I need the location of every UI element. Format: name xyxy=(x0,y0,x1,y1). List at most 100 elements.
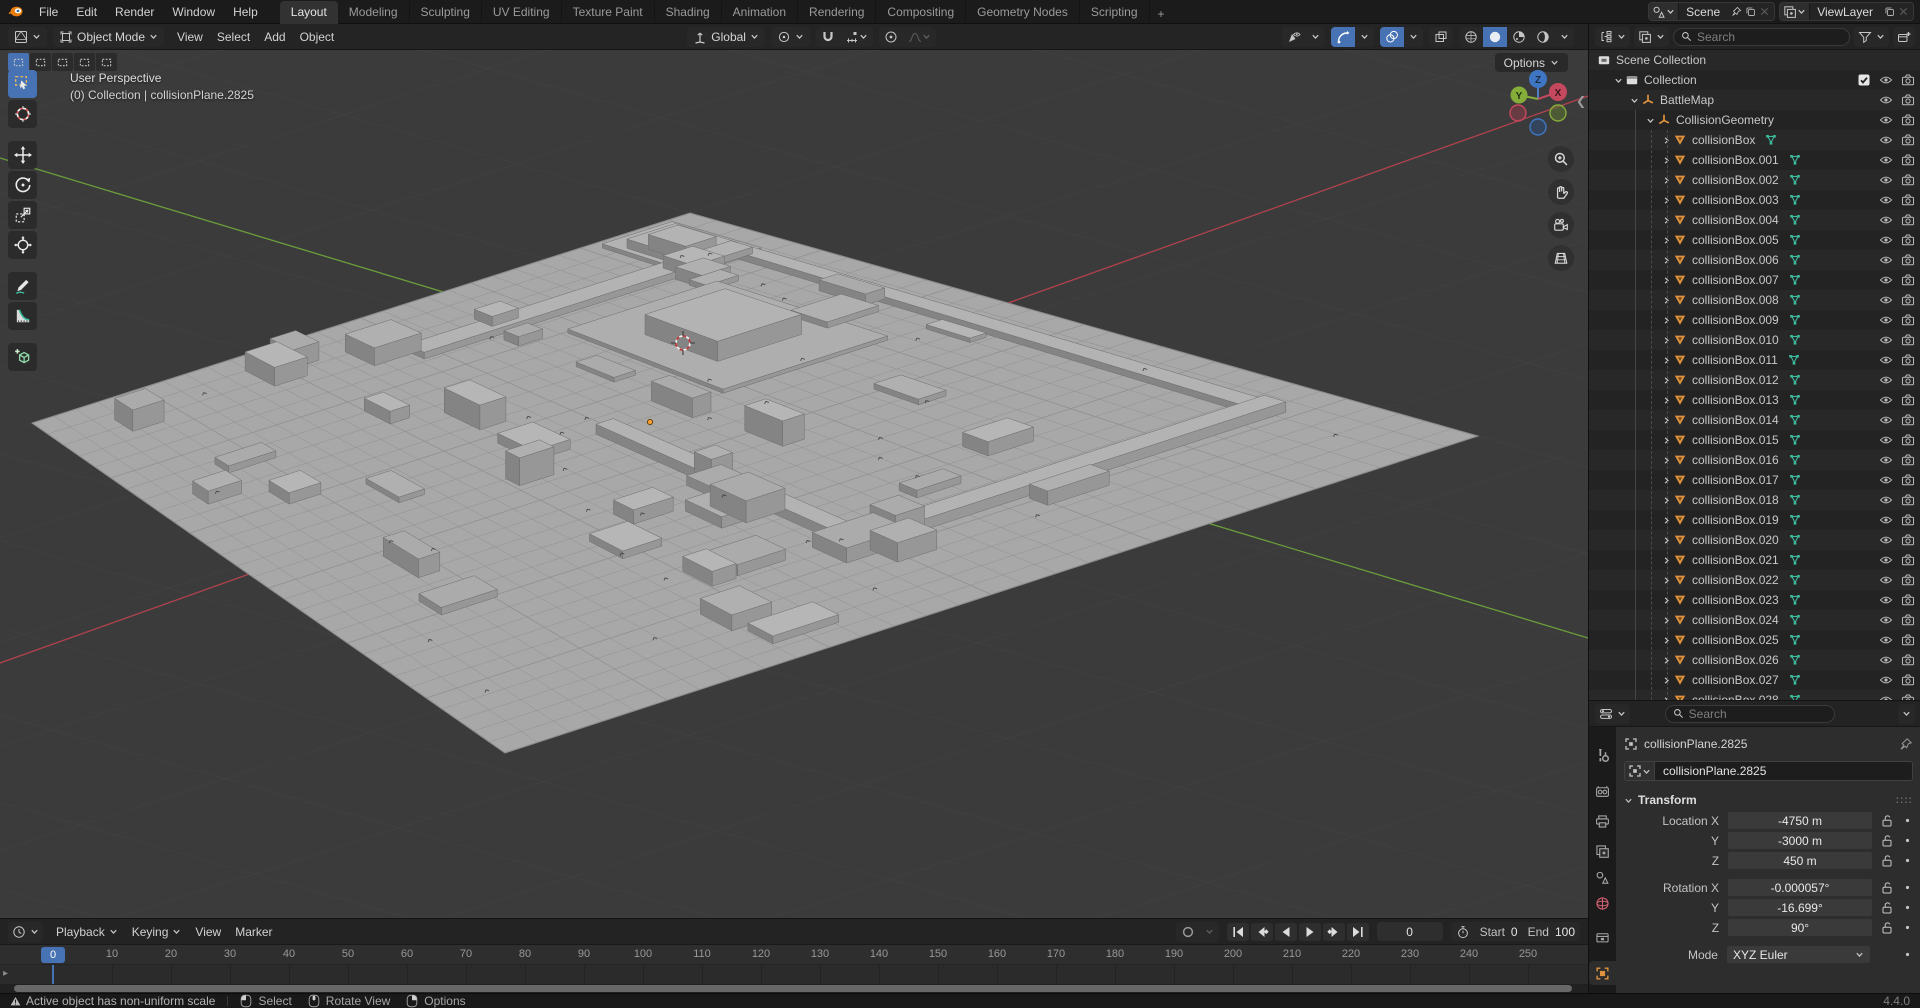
expand-arrow[interactable] xyxy=(1659,636,1673,645)
expand-arrow[interactable] xyxy=(1659,136,1673,145)
mesh-data-icon[interactable] xyxy=(1788,553,1802,567)
workspace-tab-modeling[interactable]: Modeling xyxy=(338,1,410,24)
camera-icon[interactable] xyxy=(1901,693,1915,700)
eye-icon[interactable] xyxy=(1879,253,1893,267)
viewport-canvas[interactable]: User Perspective (0) Collection | collis… xyxy=(0,50,1588,918)
auto-key-toggle[interactable] xyxy=(1176,922,1200,942)
timeline-editor-type-button[interactable] xyxy=(8,922,43,942)
menu-file[interactable]: File xyxy=(31,3,66,21)
scene-browse-button[interactable] xyxy=(1649,3,1679,20)
gizmos-controls[interactable] xyxy=(1331,27,1374,47)
eye-icon[interactable] xyxy=(1879,313,1893,327)
eye-icon[interactable] xyxy=(1879,173,1893,187)
eye-icon[interactable] xyxy=(1879,133,1893,147)
item-label[interactable]: collisionBox.004 xyxy=(1692,213,1779,227)
outliner-row-collisionbox-016[interactable]: collisionBox.016 xyxy=(1589,450,1920,470)
rotation-mode-dropdown[interactable]: XYZ Euler xyxy=(1727,946,1870,963)
mesh-data-icon[interactable] xyxy=(1788,653,1802,667)
menu-render[interactable]: Render xyxy=(107,3,162,21)
item-label[interactable]: collisionBox.016 xyxy=(1692,453,1779,467)
viewlayer-selector[interactable]: ViewLayer xyxy=(1779,2,1914,21)
workspace-tab-uv-editing[interactable]: UV Editing xyxy=(482,1,562,24)
ortho-toggle-button[interactable] xyxy=(1548,245,1574,271)
properties-tab-collection[interactable] xyxy=(1589,925,1616,949)
camera-icon[interactable] xyxy=(1901,413,1915,427)
item-label[interactable]: collisionBox.017 xyxy=(1692,473,1779,487)
shading-wireframe[interactable] xyxy=(1459,27,1483,47)
item-label[interactable]: collisionBox.024 xyxy=(1692,613,1779,627)
shading-material[interactable] xyxy=(1507,27,1531,47)
transform-panel-header[interactable]: Transform :::: xyxy=(1624,790,1913,810)
value-field[interactable]: 90° xyxy=(1728,919,1872,936)
eye-icon[interactable] xyxy=(1879,473,1893,487)
animate-dot-icon[interactable] xyxy=(1902,835,1913,846)
snap-toggle[interactable] xyxy=(816,27,840,47)
item-label[interactable]: collisionBox.022 xyxy=(1692,573,1779,587)
proportional-editing-controls[interactable] xyxy=(879,27,936,47)
expand-arrow[interactable] xyxy=(1659,236,1673,245)
timeline-menu-keying[interactable]: Keying xyxy=(125,923,189,941)
eye-icon[interactable] xyxy=(1879,693,1893,700)
expand-arrow[interactable] xyxy=(1659,276,1673,285)
properties-tab-world[interactable] xyxy=(1589,891,1616,915)
expand-arrow[interactable] xyxy=(1659,616,1673,625)
scene-name[interactable]: Scene xyxy=(1679,5,1727,19)
prev-keyframe-button[interactable] xyxy=(1251,923,1273,941)
overlays-dropdown[interactable] xyxy=(1404,27,1423,47)
shading-solid[interactable] xyxy=(1483,27,1507,47)
item-label[interactable]: collisionBox.011 xyxy=(1692,353,1778,367)
tool-select-box[interactable] xyxy=(8,70,37,98)
overlays-controls[interactable] xyxy=(1380,27,1423,47)
animate-dot-icon[interactable] xyxy=(1902,882,1913,893)
workspace-tab-animation[interactable]: Animation xyxy=(722,1,798,24)
mesh-data-icon[interactable] xyxy=(1788,513,1802,527)
outliner-row-collisionbox-025[interactable]: collisionBox.025 xyxy=(1589,630,1920,650)
outliner-row-collisionbox-003[interactable]: collisionBox.003 xyxy=(1589,190,1920,210)
eye-icon[interactable] xyxy=(1879,493,1893,507)
mesh-data-icon[interactable] xyxy=(1788,313,1802,327)
item-label[interactable]: collisionBox.012 xyxy=(1692,373,1779,387)
outliner-row-collisionbox-027[interactable]: collisionBox.027 xyxy=(1589,670,1920,690)
select-mode-intersect[interactable] xyxy=(96,53,117,71)
expand-arrow[interactable] xyxy=(1659,316,1673,325)
camera-icon[interactable] xyxy=(1901,453,1915,467)
lock-open-icon[interactable] xyxy=(1880,881,1894,895)
collapse-arrow[interactable] xyxy=(1643,116,1657,125)
camera-icon[interactable] xyxy=(1901,673,1915,687)
blender-logo-icon[interactable] xyxy=(8,3,25,20)
mesh-data-icon[interactable] xyxy=(1788,593,1802,607)
expand-arrow[interactable] xyxy=(1659,396,1673,405)
jump-to-start-button[interactable] xyxy=(1227,923,1249,941)
item-label[interactable]: BattleMap xyxy=(1660,93,1714,107)
workspace-tab-shading[interactable]: Shading xyxy=(655,1,722,24)
mesh-data-icon[interactable] xyxy=(1787,353,1801,367)
camera-icon[interactable] xyxy=(1901,153,1915,167)
eye-icon[interactable] xyxy=(1879,453,1893,467)
start-frame-field[interactable]: Start0 xyxy=(1475,922,1523,941)
gizmo-minus-x-ball[interactable] xyxy=(1510,105,1526,121)
camera-icon[interactable] xyxy=(1901,133,1915,147)
select-mode-subtract[interactable] xyxy=(52,53,73,71)
outliner-row-collisionbox-005[interactable]: collisionBox.005 xyxy=(1589,230,1920,250)
item-label[interactable]: collisionBox.015 xyxy=(1692,433,1779,447)
lock-open-icon[interactable] xyxy=(1880,854,1894,868)
camera-icon[interactable] xyxy=(1901,593,1915,607)
current-frame-field[interactable]: 0 xyxy=(1377,922,1443,941)
outliner-row-collisionbox-006[interactable]: collisionBox.006 xyxy=(1589,250,1920,270)
camera-icon[interactable] xyxy=(1901,533,1915,547)
expand-arrow[interactable] xyxy=(1659,576,1673,585)
camera-icon[interactable] xyxy=(1901,393,1915,407)
mesh-data-icon[interactable] xyxy=(1788,433,1802,447)
camera-icon[interactable] xyxy=(1901,613,1915,627)
camera-icon[interactable] xyxy=(1901,653,1915,667)
expand-arrow[interactable] xyxy=(1659,156,1673,165)
panel-grip[interactable]: :::: xyxy=(1896,795,1913,806)
menu-help[interactable]: Help xyxy=(225,3,266,21)
value-field[interactable]: -3000 m xyxy=(1728,832,1872,849)
select-mode-extend[interactable] xyxy=(30,53,51,71)
snap-controls[interactable] xyxy=(816,27,873,47)
animate-dot-icon[interactable] xyxy=(1902,949,1913,960)
properties-tab-viewlayer[interactable] xyxy=(1589,839,1616,863)
expand-arrow[interactable] xyxy=(1659,296,1673,305)
animate-dot-icon[interactable] xyxy=(1902,922,1913,933)
